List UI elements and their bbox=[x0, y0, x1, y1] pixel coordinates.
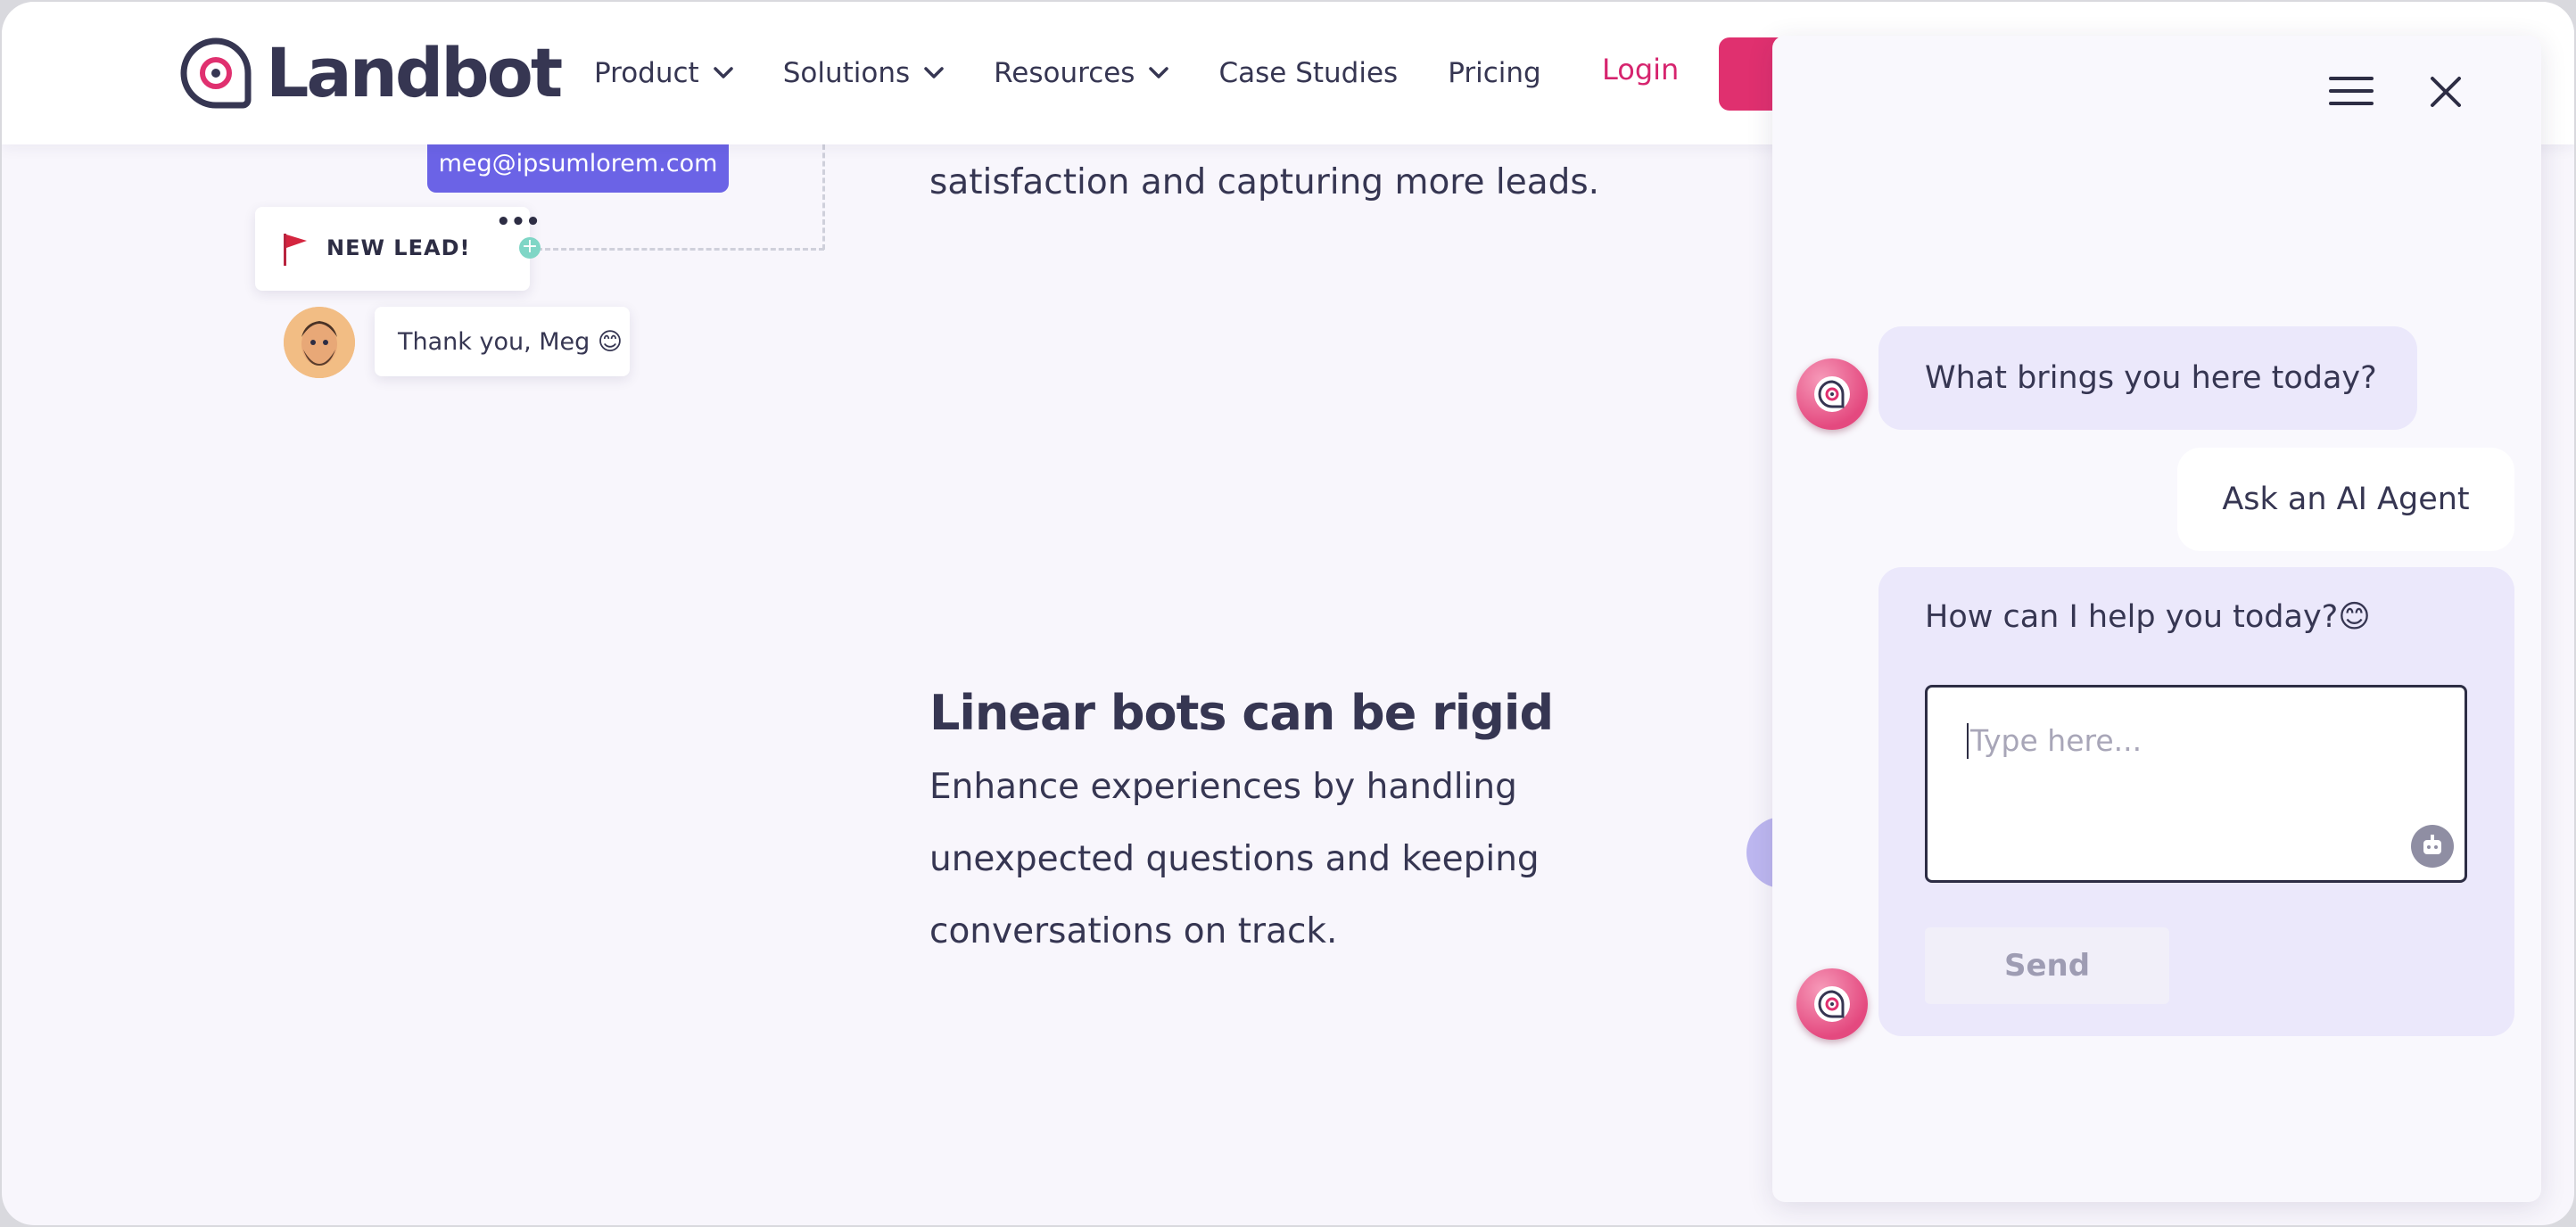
avatar bbox=[284, 307, 355, 378]
chat-widget: What brings you here today? Ask an AI Ag… bbox=[1772, 36, 2541, 1202]
nav-item-label: Solutions bbox=[782, 57, 911, 89]
thanks-bubble: Thank you, Meg 😊 bbox=[375, 307, 630, 376]
bot-message-with-input: How can I help you today?😊 Type here... … bbox=[1878, 567, 2514, 1036]
section-tagline: satisfaction and capturing more leads. bbox=[929, 162, 1600, 202]
section-body: Enhance experiences by handling unexpect… bbox=[929, 767, 1540, 951]
bot-avatar-icon bbox=[1796, 358, 1868, 430]
add-node-icon: + bbox=[519, 237, 541, 259]
nav-item-product[interactable]: Product bbox=[594, 57, 733, 89]
new-lead-card: NEW LEAD! ••• bbox=[255, 207, 541, 291]
robot-icon[interactable] bbox=[2411, 825, 2454, 868]
nav-item-pricing[interactable]: Pricing bbox=[1448, 57, 1541, 89]
login-link[interactable]: Login bbox=[1602, 53, 1679, 86]
logo-wordmark: Landbot bbox=[266, 33, 563, 112]
section-title: Linear bots can be rigid bbox=[929, 685, 1554, 741]
input-placeholder: Type here... bbox=[1970, 723, 2143, 758]
robot-icon-graphic bbox=[2423, 835, 2441, 854]
nav-item-resources[interactable]: Resources bbox=[994, 57, 1169, 89]
main-nav: Product Solutions Resources Case Studies… bbox=[594, 2, 1591, 144]
flow-connector bbox=[822, 144, 827, 250]
close-icon[interactable] bbox=[2429, 75, 2463, 109]
nav-item-label: Case Studies bbox=[1218, 57, 1399, 89]
bot-avatar-icon bbox=[1796, 968, 1868, 1040]
bot-avatar-graphic bbox=[1814, 986, 1850, 1022]
new-lead-label: NEW LEAD! bbox=[326, 235, 471, 260]
avatar-illustration bbox=[284, 307, 355, 378]
nav-item-case-studies[interactable]: Case Studies bbox=[1218, 57, 1398, 89]
chat-text-input[interactable]: Type here... bbox=[1925, 685, 2467, 883]
send-button[interactable]: Send bbox=[1925, 927, 2169, 1004]
bot-message: What brings you here today? bbox=[1878, 326, 2417, 430]
chevron-down-icon bbox=[1149, 67, 1169, 78]
bot-message: How can I help you today?😊 bbox=[1925, 599, 2371, 635]
text-caret bbox=[1967, 723, 1969, 759]
nav-item-label: Resources bbox=[994, 57, 1135, 89]
nav-item-solutions[interactable]: Solutions bbox=[783, 57, 944, 89]
nav-item-label: Product bbox=[594, 57, 699, 89]
nav-item-label: Pricing bbox=[1448, 57, 1541, 89]
hamburger-menu-icon[interactable] bbox=[2329, 75, 2374, 107]
bot-avatar-graphic bbox=[1814, 376, 1850, 412]
flow-connector bbox=[537, 248, 824, 251]
user-message: Ask an AI Agent bbox=[2177, 448, 2514, 551]
chevron-down-icon bbox=[713, 67, 733, 78]
landbot-logo[interactable]: Landbot bbox=[178, 33, 563, 112]
more-options-icon: ••• bbox=[496, 209, 541, 235]
browser-frame: Landbot Product Solutions Resources Case… bbox=[2, 2, 2574, 1225]
chevron-down-icon bbox=[924, 67, 944, 78]
flag-icon bbox=[284, 234, 307, 266]
landbot-logo-icon bbox=[180, 37, 252, 109]
